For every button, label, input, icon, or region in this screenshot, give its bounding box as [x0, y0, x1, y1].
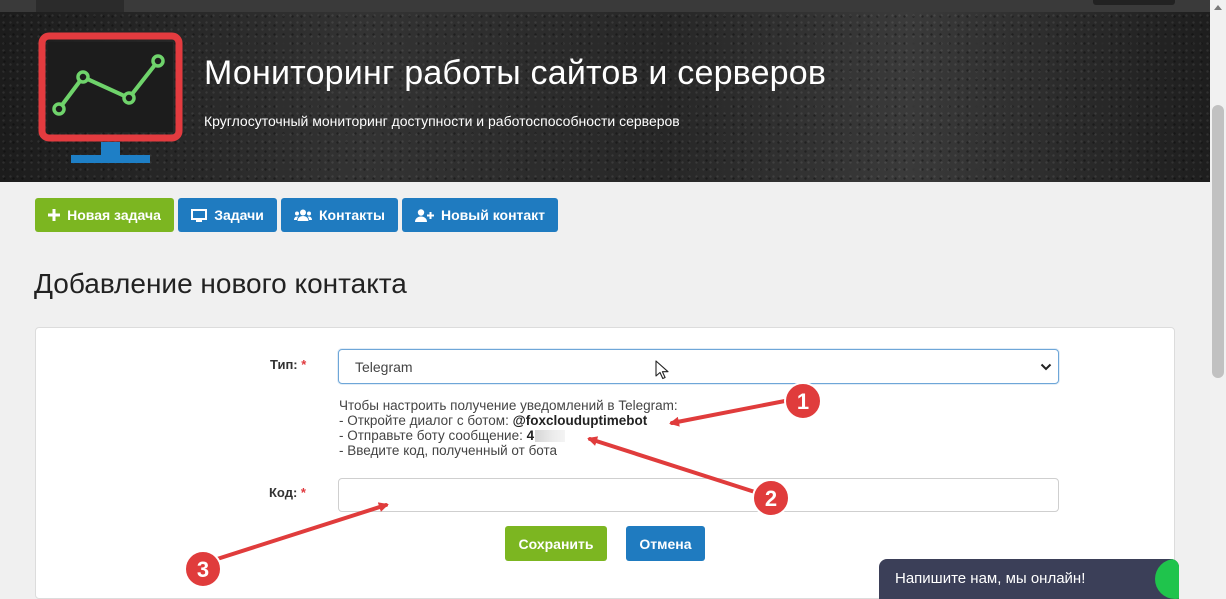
code-label-wrap: Код: *	[269, 485, 306, 500]
help-line-4: - Введите код, полученный от бота	[339, 443, 558, 458]
required-mark: *	[300, 485, 306, 500]
site-header: Мониторинг работы сайтов и серверов Круг…	[0, 12, 1210, 182]
scroll-up-arrow-icon[interactable]	[1214, 5, 1222, 10]
monitor-icon	[191, 208, 208, 222]
new-task-label: Новая задача	[67, 207, 161, 223]
chevron-down-icon	[1040, 363, 1052, 371]
scrollbar-thumb[interactable]	[1212, 105, 1224, 378]
online-indicator	[1155, 559, 1179, 599]
mouse-cursor-icon	[655, 360, 669, 380]
page-title: Добавление нового контакта	[34, 268, 407, 299]
code-input[interactable]	[338, 478, 1059, 512]
contacts-label: Контакты	[318, 207, 385, 223]
save-button[interactable]: Сохранить	[505, 526, 607, 561]
telegram-instructions: Чтобы настроить получение уведомлений в …	[339, 398, 678, 458]
type-select-value: Telegram	[355, 358, 413, 375]
chat-label: Напишите нам, мы онлайн!	[895, 570, 1086, 587]
code-label: Код:	[269, 485, 298, 500]
tasks-label: Задачи	[214, 207, 264, 223]
plus-icon	[48, 209, 61, 221]
help-line-2-prefix: - Откройте диалог с ботом:	[339, 413, 513, 428]
cancel-button[interactable]: Отмена	[626, 526, 705, 561]
help-line-3-prefix: - Отправьте боту сообщение:	[339, 428, 527, 443]
new-task-button[interactable]: Новая задача	[35, 198, 174, 232]
browser-topbar	[0, 0, 1210, 12]
users-icon	[293, 209, 312, 221]
new-contact-label: Новый контакт	[440, 207, 546, 223]
blurred-code	[535, 430, 566, 443]
contacts-button[interactable]: Контакты	[281, 198, 398, 232]
type-select[interactable]: Telegram	[338, 349, 1059, 384]
new-contact-button[interactable]: Новый контакт	[402, 198, 558, 232]
tasks-button[interactable]: Задачи	[178, 198, 277, 232]
chat-widget[interactable]: Напишите нам, мы онлайн!	[879, 559, 1179, 599]
help-line-1: Чтобы настроить получение уведомлений в …	[339, 398, 678, 413]
help-line-2: - Откройте диалог с ботом: @foxcloudupti…	[339, 413, 678, 428]
monitor-chart-logo[interactable]	[38, 32, 183, 167]
user-plus-icon	[414, 208, 434, 222]
page-scrollbar[interactable]	[1210, 0, 1226, 599]
browser-tab[interactable]	[36, 0, 124, 12]
site-subtitle: Круглосуточный мониторинг доступности и …	[204, 113, 680, 129]
bot-name: @foxclouduptimebot	[512, 413, 648, 428]
type-label: Тип:	[270, 357, 298, 372]
browser-top-button[interactable]	[1093, 0, 1175, 5]
site-title: Мониторинг работы сайтов и серверов	[204, 54, 827, 92]
required-mark: *	[301, 357, 307, 372]
type-label-wrap: Тип: *	[270, 357, 306, 372]
message-code: 4	[526, 428, 535, 443]
help-line-3: - Отправьте боту сообщение: 4	[339, 428, 678, 443]
